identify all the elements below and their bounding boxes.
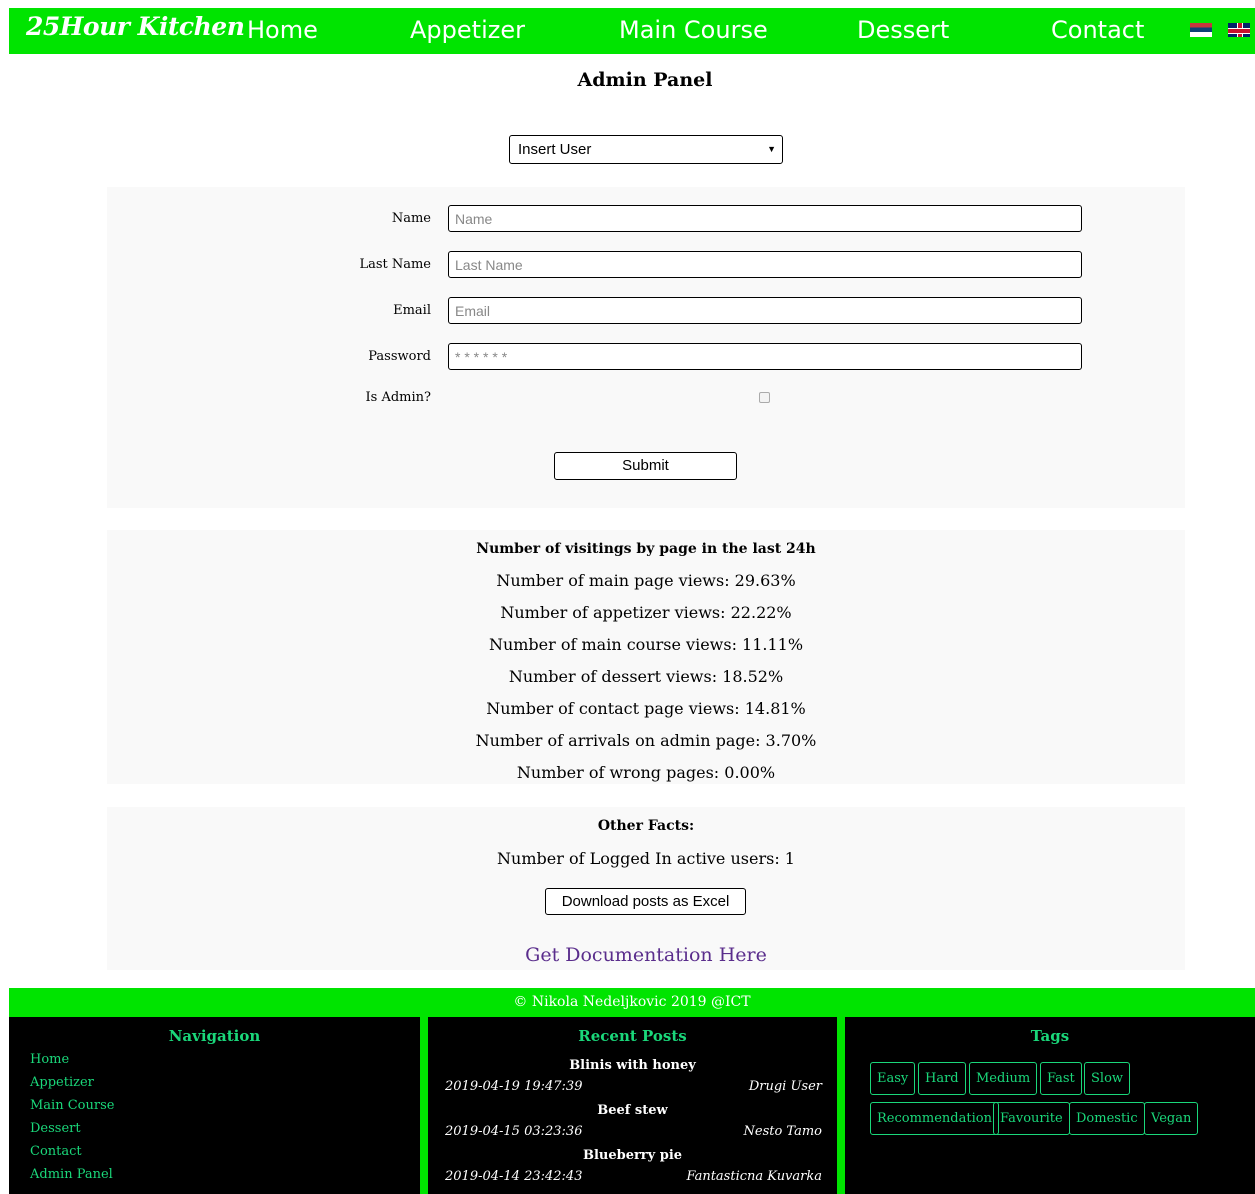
download-excel-button[interactable]: Download posts as Excel bbox=[545, 888, 746, 915]
footer-nav-heading: Navigation bbox=[168, 1027, 261, 1045]
documentation-link[interactable]: Get Documentation Here bbox=[107, 944, 1185, 966]
footer-link-contact[interactable]: Contact bbox=[30, 1144, 82, 1159]
stat-line: Number of main page views: 29.63% bbox=[496, 571, 796, 590]
footer-link-dessert[interactable]: Dessert bbox=[30, 1121, 81, 1136]
post-author: Nesto Tamo bbox=[743, 1124, 823, 1139]
tag-easy[interactable]: Easy bbox=[870, 1062, 916, 1095]
recent-posts-heading: Recent Posts bbox=[578, 1027, 687, 1045]
action-select[interactable]: Insert User ▼ bbox=[509, 135, 783, 164]
tag-hard[interactable]: Hard bbox=[918, 1062, 966, 1095]
footer-divider bbox=[837, 1017, 845, 1194]
uk-flag-icon[interactable] bbox=[1228, 23, 1250, 37]
other-facts-panel: Other Facts: Number of Logged In active … bbox=[107, 807, 1185, 970]
name-input[interactable] bbox=[448, 205, 1082, 232]
stat-line: Number of wrong pages: 0.00% bbox=[516, 763, 776, 782]
visit-stats-panel: Number of visitings by page in the last … bbox=[107, 530, 1185, 784]
footer-recent-posts: Recent Posts Blinis with honey 2019-04-1… bbox=[428, 1017, 837, 1194]
post-date: 2019-04-14 23:42:43 bbox=[445, 1169, 583, 1184]
is-admin-label: Is Admin? bbox=[365, 390, 431, 405]
post-author: Fantasticna Kuvarka bbox=[686, 1169, 822, 1184]
insert-user-form: Name Last Name Email Password Is Admin? … bbox=[107, 187, 1185, 508]
email-label: Email bbox=[393, 303, 431, 318]
footer-link-admin-panel[interactable]: Admin Panel bbox=[30, 1167, 113, 1182]
stat-line: Number of dessert views: 18.52% bbox=[508, 667, 784, 686]
tag-recommendation[interactable]: Recommendation bbox=[870, 1102, 999, 1135]
password-input[interactable] bbox=[448, 343, 1082, 370]
tag-medium[interactable]: Medium bbox=[969, 1062, 1038, 1095]
nav-contact[interactable]: Contact bbox=[1051, 16, 1144, 44]
tag-vegan[interactable]: Vegan bbox=[1144, 1102, 1199, 1135]
post-date: 2019-04-15 03:23:36 bbox=[445, 1124, 583, 1139]
post-author: Drugi User bbox=[748, 1079, 822, 1094]
stat-line: Number of appetizer views: 22.22% bbox=[500, 603, 792, 622]
stat-line: Number of main course views: 11.11% bbox=[488, 635, 804, 654]
footer-tags: Tags Easy Hard Medium Fast Slow Recommen… bbox=[845, 1017, 1255, 1194]
nav-main-course[interactable]: Main Course bbox=[619, 16, 768, 44]
footer-divider bbox=[420, 1017, 428, 1194]
is-admin-checkbox[interactable] bbox=[759, 392, 770, 403]
stat-line: Number of arrivals on admin page: 3.70% bbox=[475, 731, 817, 750]
tags-heading: Tags bbox=[1030, 1027, 1070, 1045]
post-date: 2019-04-19 19:47:39 bbox=[445, 1079, 583, 1094]
tag-domestic[interactable]: Domestic bbox=[1069, 1102, 1145, 1135]
action-select-value: Insert User bbox=[518, 141, 592, 158]
stats-title: Number of visitings by page in the last … bbox=[476, 541, 816, 557]
tag-slow[interactable]: Slow bbox=[1084, 1062, 1131, 1095]
last-name-input[interactable] bbox=[448, 251, 1082, 278]
post-title[interactable]: Beef stew bbox=[428, 1103, 837, 1118]
post-title[interactable]: Blueberry pie bbox=[428, 1148, 837, 1163]
footer-link-home[interactable]: Home bbox=[30, 1052, 69, 1067]
submit-button[interactable]: Submit bbox=[554, 452, 737, 480]
footer-navigation: Navigation Home Appetizer Main Course De… bbox=[9, 1017, 420, 1194]
facts-title: Other Facts: bbox=[597, 818, 695, 834]
serbian-flag-icon[interactable] bbox=[1190, 23, 1212, 37]
name-label: Name bbox=[391, 211, 431, 226]
footer-copyright: © Nikola Nedeljkovic 2019 @ICT bbox=[9, 988, 1255, 1017]
brand-logo[interactable]: 25Hour Kitchen bbox=[26, 12, 245, 41]
tag-favourite[interactable]: Favourite bbox=[993, 1102, 1070, 1135]
tag-fast[interactable]: Fast bbox=[1040, 1062, 1082, 1095]
last-name-label: Last Name bbox=[359, 257, 431, 272]
nav-home[interactable]: Home bbox=[247, 16, 318, 44]
post-title[interactable]: Blinis with honey bbox=[428, 1058, 837, 1073]
page-title: Admin Panel bbox=[577, 69, 713, 91]
footer-link-appetizer[interactable]: Appetizer bbox=[30, 1075, 94, 1090]
nav-appetizer[interactable]: Appetizer bbox=[410, 16, 525, 44]
top-navbar: 25Hour Kitchen Home Appetizer Main Cours… bbox=[9, 8, 1255, 54]
logged-in-users: Number of Logged In active users: 1 bbox=[497, 849, 795, 868]
password-label: Password bbox=[368, 349, 431, 364]
email-input[interactable] bbox=[448, 297, 1082, 324]
caret-down-icon: ▼ bbox=[767, 144, 776, 154]
stat-line: Number of contact page views: 14.81% bbox=[486, 699, 806, 718]
nav-dessert[interactable]: Dessert bbox=[857, 16, 949, 44]
footer-link-main-course[interactable]: Main Course bbox=[30, 1098, 114, 1113]
